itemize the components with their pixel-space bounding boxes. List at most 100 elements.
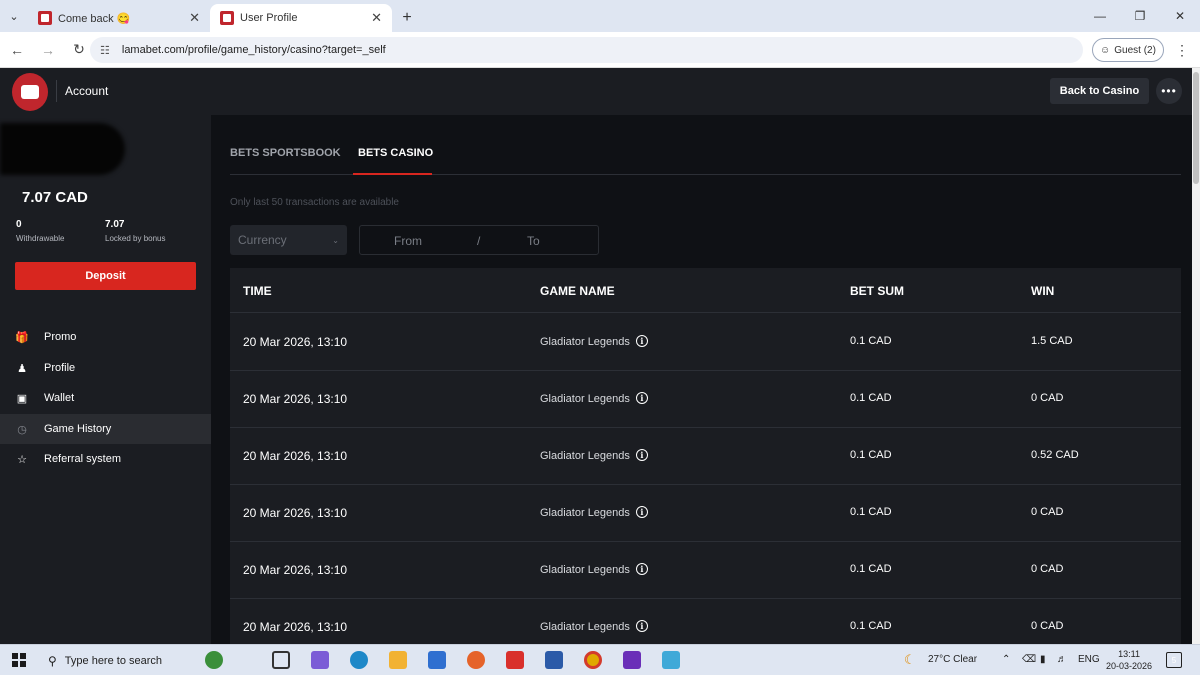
game-name-text: Gladiator Legends	[540, 450, 630, 462]
deposit-button[interactable]: Deposit	[15, 262, 196, 290]
firefox-icon[interactable]	[467, 651, 485, 669]
sidebar-item-label: Referral system	[44, 453, 122, 465]
row-time: 20 Mar 2026, 13:10	[243, 449, 348, 463]
close-tab-icon[interactable]: ✕	[371, 10, 382, 26]
tab-user-profile[interactable]: User Profile ✕	[210, 4, 392, 32]
notification-icon[interactable]: 5	[1166, 652, 1182, 668]
task-view-icon[interactable]	[272, 651, 290, 669]
table-row: 20 Mar 2026, 13:10 Gladiator Legends i 0.…	[230, 485, 1181, 542]
column-header-win: WIN	[1031, 284, 1055, 298]
row-time: 20 Mar 2026, 13:10	[243, 392, 348, 406]
sidebar-item-label: Profile	[44, 362, 76, 374]
currency-select[interactable]: Currency ⌄	[230, 225, 347, 255]
back-to-casino-button[interactable]: Back to Casino	[1050, 78, 1149, 104]
word-icon[interactable]	[545, 651, 563, 669]
browser-menu-icon[interactable]: ⋮	[1172, 38, 1192, 62]
row-game-name: Gladiator Legends i	[540, 449, 648, 462]
taskbar-search[interactable]: ⚲ Type here to search	[40, 648, 198, 673]
profile-guest-button[interactable]: ☺ Guest (2)	[1092, 38, 1164, 62]
file-explorer-icon[interactable]	[389, 651, 407, 669]
reload-icon[interactable]: ↻	[65, 36, 93, 64]
withdrawable-value: 0	[16, 219, 22, 230]
wps-icon[interactable]	[506, 651, 524, 669]
table-row: 20 Mar 2026, 13:10 Gladiator Legends i 0.…	[230, 314, 1181, 371]
close-tab-icon[interactable]: ✕	[189, 10, 200, 26]
site-info-icon[interactable]: ☷	[100, 44, 110, 57]
game-name-text: Gladiator Legends	[540, 507, 630, 519]
sidebar-item-wallet[interactable]: ▣ Wallet	[0, 383, 211, 413]
network-icon[interactable]: ⌫	[1022, 654, 1036, 665]
tab-come-back[interactable]: Come back 😋 ✕	[28, 4, 210, 32]
row-bet-sum: 0.1 CAD	[850, 506, 892, 518]
row-game-name: Gladiator Legends i	[540, 620, 648, 633]
window-controls: — ❐ ✕	[1080, 0, 1200, 32]
info-icon[interactable]: i	[635, 563, 648, 575]
more-options-button[interactable]: •••	[1156, 78, 1182, 104]
tab-bets-casino[interactable]: BETS CASINO	[358, 147, 433, 159]
row-time: 20 Mar 2026, 13:10	[243, 563, 348, 577]
info-icon[interactable]: i	[635, 449, 648, 461]
outlook-icon[interactable]	[428, 651, 446, 669]
site-favicon-icon	[38, 11, 52, 25]
sidebar-item-label: Game History	[44, 423, 112, 435]
info-icon[interactable]: i	[635, 620, 648, 632]
battery-icon[interactable]: ▮	[1040, 654, 1046, 665]
page-scrollbar[interactable]	[1192, 68, 1200, 644]
language-indicator[interactable]: ENG	[1078, 654, 1100, 665]
row-win: 0 CAD	[1031, 506, 1064, 518]
lamabet-logo[interactable]	[12, 73, 48, 111]
app-icon-2[interactable]	[662, 651, 680, 669]
forward-arrow-icon[interactable]: →	[34, 36, 62, 64]
close-window-icon[interactable]: ✕	[1160, 0, 1200, 32]
row-game-name: Gladiator Legends i	[540, 335, 648, 348]
chevron-down-icon: ⌄	[332, 235, 339, 245]
game-history-table: TIME GAME NAME BET SUM WIN 20 Mar 2026, …	[230, 268, 1181, 644]
referral-icon: ☆	[17, 453, 27, 466]
sidebar-item-label: Promo	[44, 331, 77, 343]
site-favicon-icon	[220, 11, 234, 25]
search-icon: ⚲	[48, 653, 57, 668]
info-icon[interactable]: i	[635, 335, 648, 347]
edge-icon[interactable]	[350, 651, 368, 669]
app-header: Account Back to Casino •••	[0, 68, 1192, 115]
tray-chevron-up-icon[interactable]: ⌃	[1002, 654, 1010, 665]
table-row: 20 Mar 2026, 13:10 Gladiator Legends i 0.…	[230, 542, 1181, 599]
url-field[interactable]: ☷ lamabet.com/profile/game_history/casin…	[90, 37, 1083, 63]
locked-value: 7.07	[105, 219, 125, 230]
row-bet-sum: 0.1 CAD	[850, 392, 892, 404]
back-arrow-icon[interactable]: ←	[3, 36, 31, 64]
tab-bets-sportsbook[interactable]: BETS SPORTSBOOK	[230, 147, 341, 159]
app-icon[interactable]	[623, 651, 641, 669]
sidebar-item-profile[interactable]: ♟ Profile	[0, 353, 211, 383]
row-game-name: Gladiator Legends i	[540, 392, 648, 405]
info-icon[interactable]: i	[635, 506, 648, 518]
chrome-icon[interactable]	[584, 651, 602, 669]
row-time: 20 Mar 2026, 13:10	[243, 620, 348, 634]
url-text: lamabet.com/profile/game_history/casino?…	[121, 44, 386, 56]
weather-text[interactable]: 27°C Clear	[928, 654, 977, 665]
table-row: 20 Mar 2026, 13:10 Gladiator Legends i 0.…	[230, 599, 1181, 644]
windows-start-icon[interactable]	[12, 653, 26, 667]
date-from-field[interactable]: From	[394, 234, 422, 248]
clock-time: 13:11	[1118, 649, 1140, 659]
date-to-field[interactable]: To	[527, 234, 540, 248]
copilot-icon[interactable]	[311, 651, 329, 669]
info-icon[interactable]: i	[635, 392, 648, 404]
sidebar-item-promo[interactable]: 🎁 Promo	[0, 322, 211, 352]
game-name-text: Gladiator Legends	[540, 393, 630, 405]
game-name-text: Gladiator Legends	[540, 336, 630, 348]
tab-search-menu[interactable]: ⌄	[0, 0, 28, 32]
scrollbar-thumb[interactable]	[1193, 72, 1199, 184]
sidebar-item-referral-system[interactable]: ☆ Referral system	[0, 444, 211, 474]
globe-widget-icon[interactable]	[205, 651, 223, 669]
game-name-text: Gladiator Legends	[540, 564, 630, 576]
volume-icon[interactable]: ♬	[1057, 654, 1067, 665]
minimize-icon[interactable]: —	[1080, 0, 1120, 32]
taskbar-clock[interactable]: 13:11 20-03-2026	[1106, 648, 1152, 672]
date-range-picker[interactable]: From / To	[359, 225, 599, 255]
sidebar-item-game-history[interactable]: ◷ Game History	[0, 414, 211, 444]
new-tab-button[interactable]: +	[392, 4, 422, 32]
restore-icon[interactable]: ❐	[1120, 0, 1160, 32]
row-bet-sum: 0.1 CAD	[850, 335, 892, 347]
header-divider	[56, 80, 57, 102]
